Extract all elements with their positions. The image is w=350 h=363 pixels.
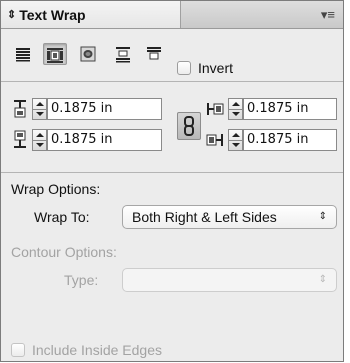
- text-wrap-panel: ⇕ Text Wrap ▾≡ Invert 0.1875 in 0.1875 i…: [0, 0, 344, 362]
- wrap-object-shape-button[interactable]: [77, 43, 101, 65]
- chain-link-icon: [184, 116, 194, 136]
- right-offset-field[interactable]: 0.1875 in: [243, 129, 337, 151]
- down-arrow-icon: [36, 112, 44, 116]
- bottom-offset-icon: [14, 130, 26, 148]
- down-arrow-icon: [232, 112, 240, 116]
- down-arrow-icon: [36, 143, 44, 147]
- include-inside-edges-checkbox[interactable]: [11, 343, 25, 357]
- top-offset-icon: [14, 100, 26, 118]
- wrap-bounding-box-icon: [47, 48, 63, 63]
- invert-checkbox[interactable]: [177, 61, 191, 75]
- left-offset-stepper[interactable]: [228, 98, 243, 120]
- stepper-divider: [33, 140, 46, 141]
- make-all-settings-same-button[interactable]: [177, 112, 201, 140]
- down-arrow-icon: [232, 143, 240, 147]
- up-arrow-icon: [232, 102, 240, 106]
- offsets-section: 0.1875 in 0.1875 in 0.1875 in 0.1875 in: [1, 82, 343, 173]
- right-offset-stepper[interactable]: [228, 129, 243, 151]
- wrap-to-label: Wrap To:: [34, 209, 90, 225]
- contour-options-heading: Contour Options:: [11, 244, 117, 260]
- bottom-offset-stepper[interactable]: [32, 129, 47, 151]
- jump-to-next-column-icon: [147, 47, 161, 60]
- bottom-offset-field[interactable]: 0.1875 in: [47, 129, 162, 151]
- no-text-wrap-icon: [16, 48, 30, 62]
- expand-collapse-icon[interactable]: ⇕: [7, 8, 16, 21]
- jump-object-icon: [116, 47, 130, 63]
- wrap-bounding-box-button[interactable]: [43, 43, 67, 65]
- options-section: Wrap Options: Wrap To: Both Right & Left…: [1, 173, 343, 363]
- type-label: Type:: [64, 272, 99, 288]
- wrap-to-select[interactable]: Both Right & Left Sides ⇕: [122, 205, 337, 229]
- panel-title: Text Wrap: [19, 6, 86, 23]
- wrap-mode-section: Invert: [1, 29, 343, 82]
- select-arrows-icon: ⇕: [318, 274, 327, 285]
- wrap-options-heading: Wrap Options:: [11, 181, 101, 197]
- text-wrap-tab[interactable]: ⇕ Text Wrap: [1, 1, 181, 28]
- wrap-to-value: Both Right & Left Sides: [132, 209, 277, 225]
- up-arrow-icon: [36, 133, 44, 137]
- left-offset-icon: [207, 103, 224, 115]
- include-inside-edges-label: Include Inside Edges: [32, 342, 162, 358]
- stepper-divider: [33, 109, 46, 110]
- invert-label: Invert: [198, 60, 234, 76]
- jump-to-next-column-button[interactable]: [143, 43, 167, 65]
- wrap-object-shape-icon: [80, 46, 96, 62]
- up-arrow-icon: [232, 133, 240, 137]
- top-offset-field[interactable]: 0.1875 in: [47, 98, 162, 120]
- stepper-divider: [229, 109, 242, 110]
- panel-tab-bar: ⇕ Text Wrap ▾≡: [1, 1, 343, 29]
- contour-type-select[interactable]: ⇕: [122, 268, 337, 292]
- left-offset-field[interactable]: 0.1875 in: [243, 98, 337, 120]
- jump-object-button[interactable]: [112, 43, 136, 65]
- right-offset-icon: [206, 134, 223, 146]
- stepper-divider: [229, 140, 242, 141]
- up-arrow-icon: [36, 102, 44, 106]
- top-offset-stepper[interactable]: [32, 98, 47, 120]
- panel-menu-icon[interactable]: ▾≡: [321, 7, 335, 23]
- select-arrows-icon: ⇕: [318, 211, 327, 222]
- no-text-wrap-button[interactable]: [12, 43, 36, 65]
